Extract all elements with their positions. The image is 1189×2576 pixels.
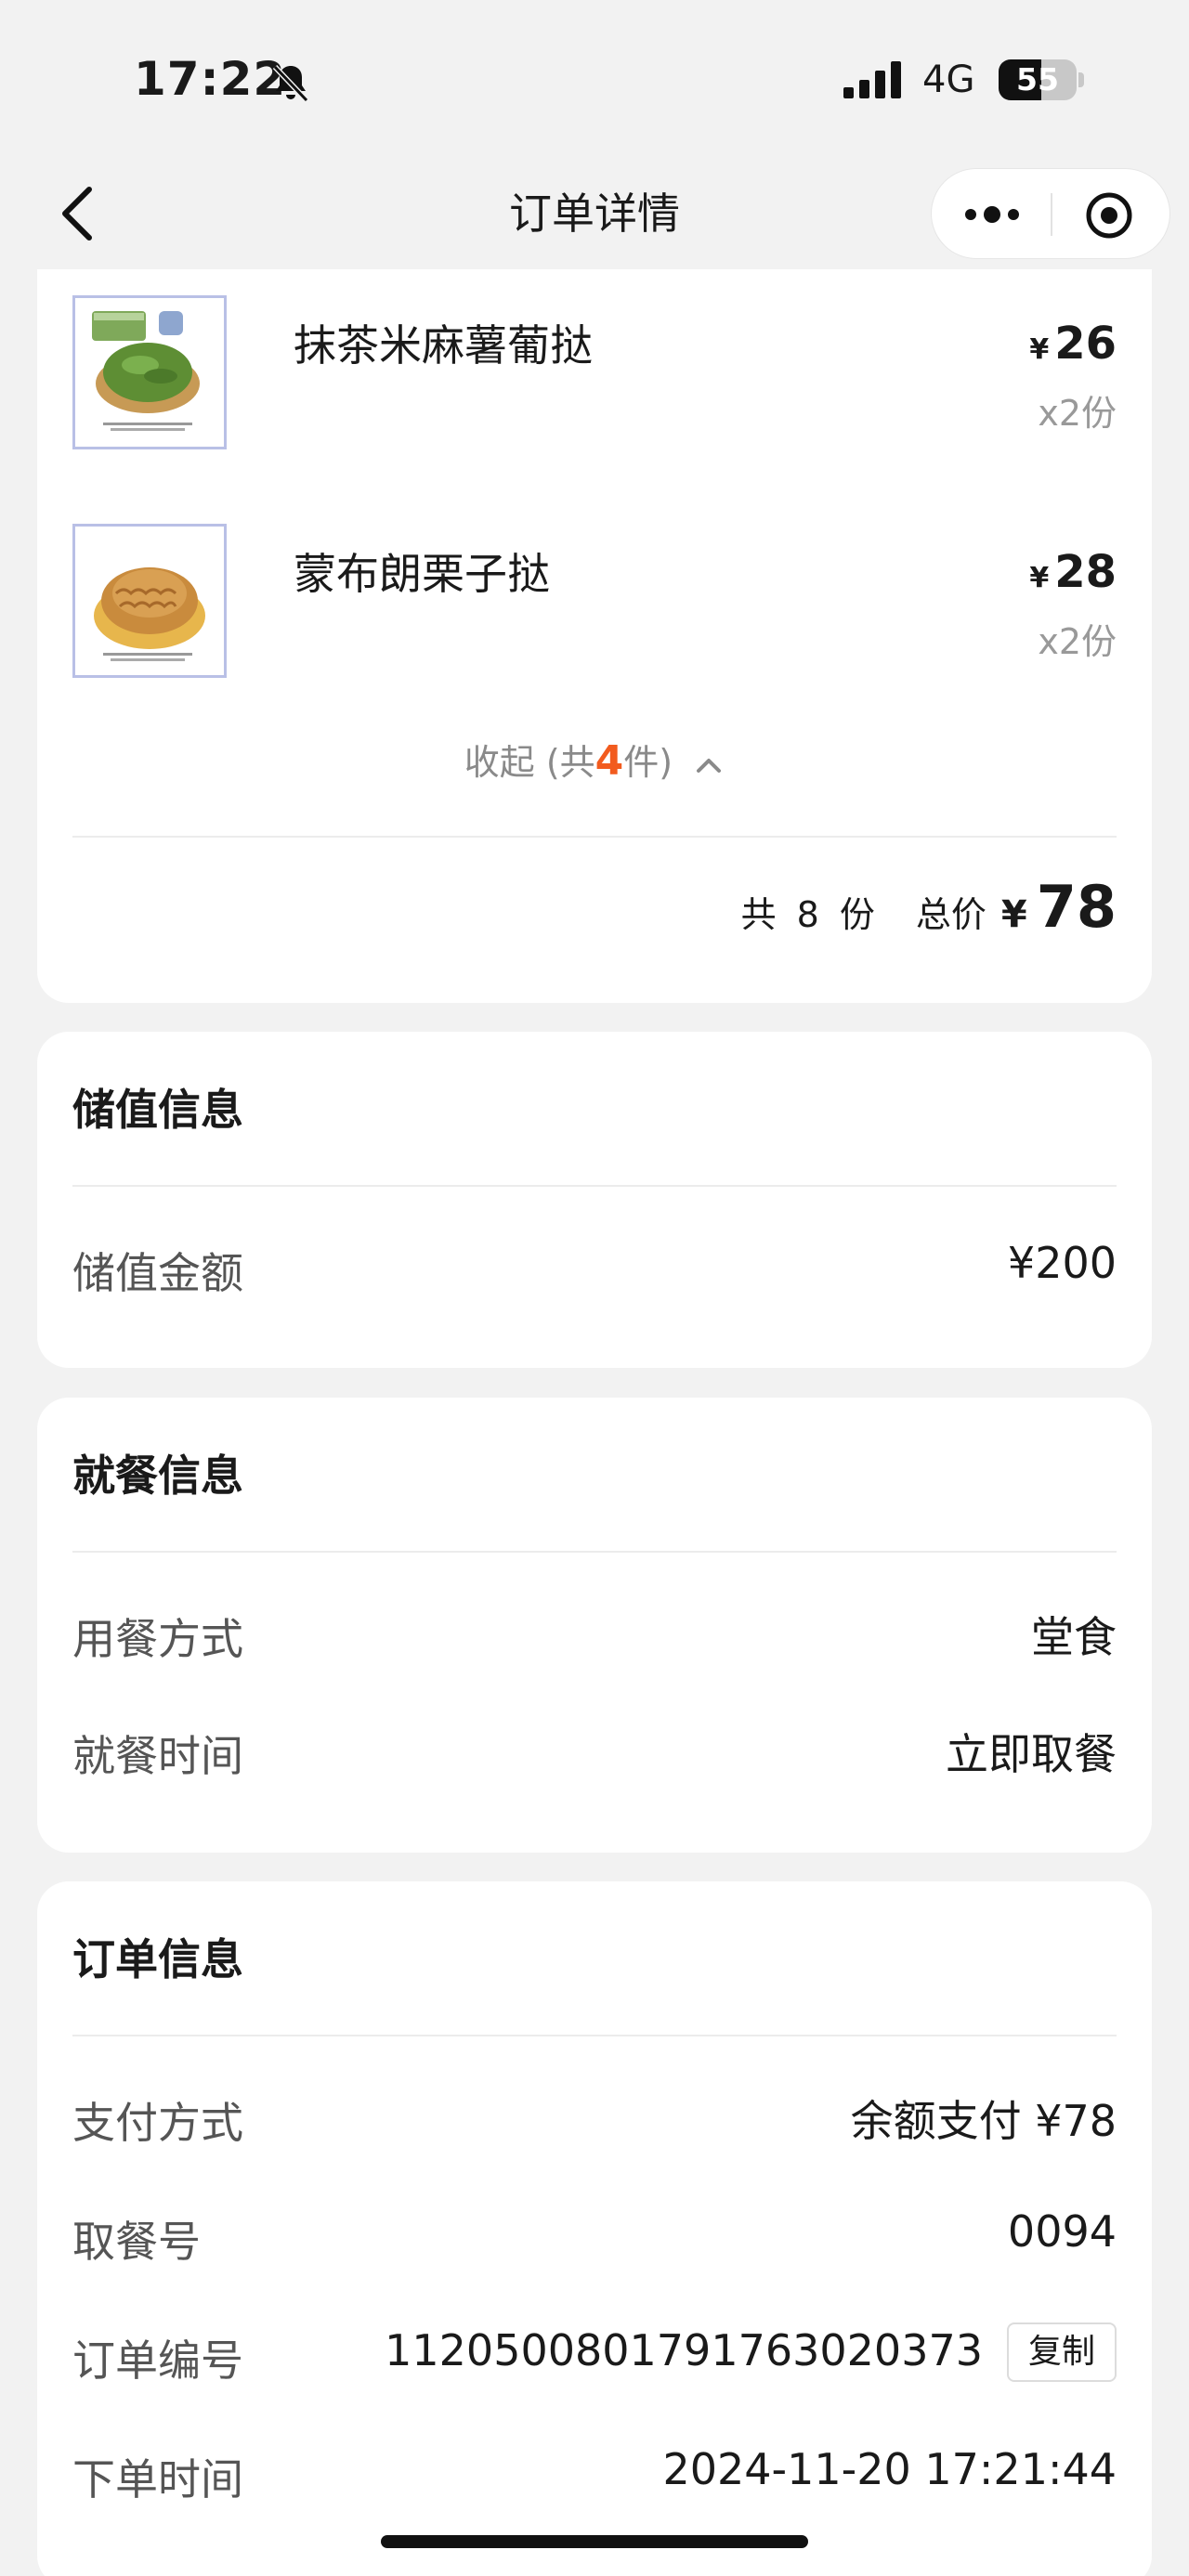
- row-value: 堂食: [1031, 1612, 1117, 1662]
- list-item[interactable]: 蒙布朗栗子挞 ¥28 x2份: [72, 524, 1117, 682]
- cellular-signal-icon: [843, 61, 901, 98]
- row-value: 0094: [1007, 2206, 1117, 2257]
- dining-info-card: 就餐信息 用餐方式 堂食 就餐时间 立即取餐: [37, 1398, 1152, 1853]
- home-indicator[interactable]: [381, 2535, 808, 2548]
- section-title: 就餐信息: [72, 1451, 243, 1501]
- product-image-chestnut-tart: [72, 524, 227, 678]
- order-info-card: 订单信息 支付方式 余额支付 ¥78 取餐号 0094 订单编号 1120500…: [37, 1881, 1152, 2576]
- row-label: 储值金额: [72, 1248, 243, 1298]
- row-label: 用餐方式: [72, 1614, 243, 1664]
- close-target-icon[interactable]: [1084, 190, 1134, 241]
- row-value: 余额支付 ¥78: [850, 2096, 1117, 2146]
- item-name: 蒙布朗栗子挞: [294, 549, 550, 599]
- more-dots-icon[interactable]: [961, 193, 1023, 236]
- divider: [72, 836, 1117, 838]
- divider: [72, 2035, 1117, 2036]
- order-items-card: 抹茶米麻薯葡挞 ¥26 x2份 蒙布朗栗子挞 ¥28 x2份 收起 (共4件): [37, 269, 1152, 1003]
- item-quantity: x2份: [1038, 621, 1117, 662]
- order-total: 共 8 份 总价 ¥ 78: [740, 873, 1117, 941]
- nav-bar: 订单详情: [0, 158, 1189, 269]
- divider: [72, 1551, 1117, 1553]
- item-name: 抹茶米麻薯葡挞: [294, 320, 593, 371]
- network-type: 4G: [922, 59, 975, 101]
- section-title: 订单信息: [72, 1934, 243, 1984]
- item-price: ¥26: [1029, 318, 1117, 370]
- product-image-matcha-tart: [72, 295, 227, 449]
- chevron-up-icon: [697, 758, 722, 773]
- row-value: 立即取餐: [946, 1729, 1117, 1779]
- row-value: ¥200: [1007, 1238, 1117, 1288]
- row-label: 就餐时间: [72, 1731, 243, 1781]
- row-label: 下单时间: [72, 2454, 243, 2504]
- battery-icon: 55: [999, 59, 1084, 100]
- battery-level: 55: [1016, 61, 1059, 98]
- section-title: 储值信息: [72, 1085, 243, 1135]
- miniprogram-capsule: [931, 168, 1170, 259]
- item-quantity: x2份: [1038, 393, 1117, 434]
- item-price: ¥28: [1029, 546, 1117, 598]
- copy-button[interactable]: 复制: [1007, 2322, 1117, 2382]
- row-label: 订单编号: [72, 2335, 243, 2386]
- status-bar: 17:22 4G 55: [0, 0, 1189, 158]
- row-label: 支付方式: [72, 2098, 243, 2148]
- divider: [72, 1185, 1117, 1187]
- stored-value-card: 储值信息 储值金额 ¥200: [37, 1032, 1152, 1368]
- row-value: 2024-11-20 17:21:44: [662, 2444, 1117, 2494]
- status-time: 17:22: [134, 52, 287, 106]
- order-number: 1120500801791763020373: [385, 2325, 983, 2375]
- collapse-button[interactable]: 收起 (共4件): [37, 734, 1152, 785]
- back-chevron-icon[interactable]: [52, 180, 104, 247]
- list-item[interactable]: 抹茶米麻薯葡挞 ¥26 x2份: [72, 295, 1117, 453]
- bell-muted-icon: [272, 64, 309, 103]
- row-label: 取餐号: [72, 2217, 201, 2267]
